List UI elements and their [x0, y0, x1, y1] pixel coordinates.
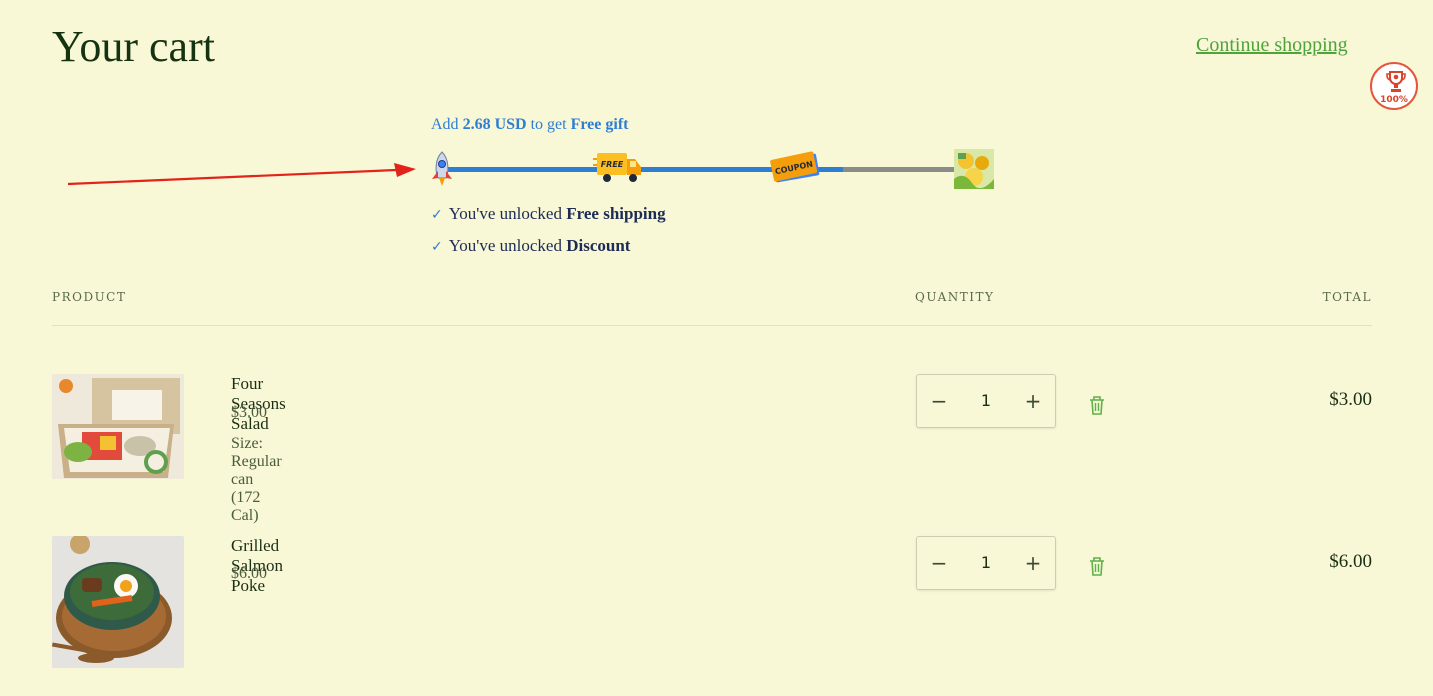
trash-icon[interactable]: [1088, 395, 1106, 415]
unlocked-item: Discount: [566, 236, 631, 255]
decrease-quantity-button[interactable]: −: [917, 537, 961, 589]
salad-image-icon: [52, 374, 184, 479]
column-header-total: TOTAL: [1322, 290, 1372, 304]
gift-image-icon: [954, 149, 994, 189]
quantity-input[interactable]: 1: [961, 537, 1011, 589]
line-total: $3.00: [1329, 389, 1372, 410]
free-gift-message: Add 2.68 USD to get Free gift: [431, 116, 628, 134]
gift-msg-mid: to get: [530, 116, 567, 133]
trash-icon[interactable]: [1088, 556, 1106, 576]
poke-bowl-image-icon: [52, 536, 184, 668]
continue-shopping-link[interactable]: Continue shopping: [1196, 34, 1348, 57]
product-image[interactable]: [52, 374, 184, 479]
quantity-stepper: − 1 +: [916, 536, 1056, 590]
unlocked-item: Free shipping: [566, 204, 666, 223]
unlocked-discount: ✓ You've unlocked Discount: [431, 236, 630, 256]
header-divider: [52, 325, 1372, 326]
unlocked-prefix: You've unlocked: [448, 204, 562, 223]
truck-label: FREE: [601, 160, 624, 169]
gift-msg-prefix: Add: [431, 116, 459, 133]
page-title: Your cart: [52, 22, 215, 71]
column-header-product: PRODUCT: [52, 290, 127, 304]
badge-percent: 100%: [1380, 95, 1408, 105]
unlocked-free-shipping: ✓ You've unlocked Free shipping: [431, 204, 666, 224]
coupon-icon: COUPON: [770, 151, 820, 183]
trophy-icon: [1386, 71, 1406, 92]
increase-quantity-button[interactable]: +: [1011, 375, 1055, 427]
column-header-quantity: QUANTITY: [915, 290, 995, 304]
product-price: $6.00: [231, 565, 267, 582]
decrease-quantity-button[interactable]: −: [917, 375, 961, 427]
check-icon: ✓: [431, 207, 443, 223]
unlocked-prefix: You've unlocked: [448, 236, 562, 255]
gift-msg-amount: 2.68 USD: [462, 116, 527, 133]
annotation-arrow: [67, 163, 416, 186]
gift-msg-goal: Free gift: [570, 116, 629, 133]
free-shipping-truck-icon: FREE: [593, 153, 641, 182]
reward-progress-bar: FREE COUPON: [425, 145, 1000, 195]
check-icon: ✓: [431, 239, 443, 255]
product-variant: Size: Regular can (172 Cal): [231, 435, 282, 524]
product-price: $3.00: [231, 404, 267, 421]
line-total: $6.00: [1329, 551, 1372, 572]
product-image[interactable]: [52, 536, 184, 668]
quantity-stepper: − 1 +: [916, 374, 1056, 428]
rocket-icon: [432, 151, 452, 186]
reward-badge[interactable]: 100%: [1370, 62, 1418, 110]
increase-quantity-button[interactable]: +: [1011, 537, 1055, 589]
quantity-input[interactable]: 1: [961, 375, 1011, 427]
